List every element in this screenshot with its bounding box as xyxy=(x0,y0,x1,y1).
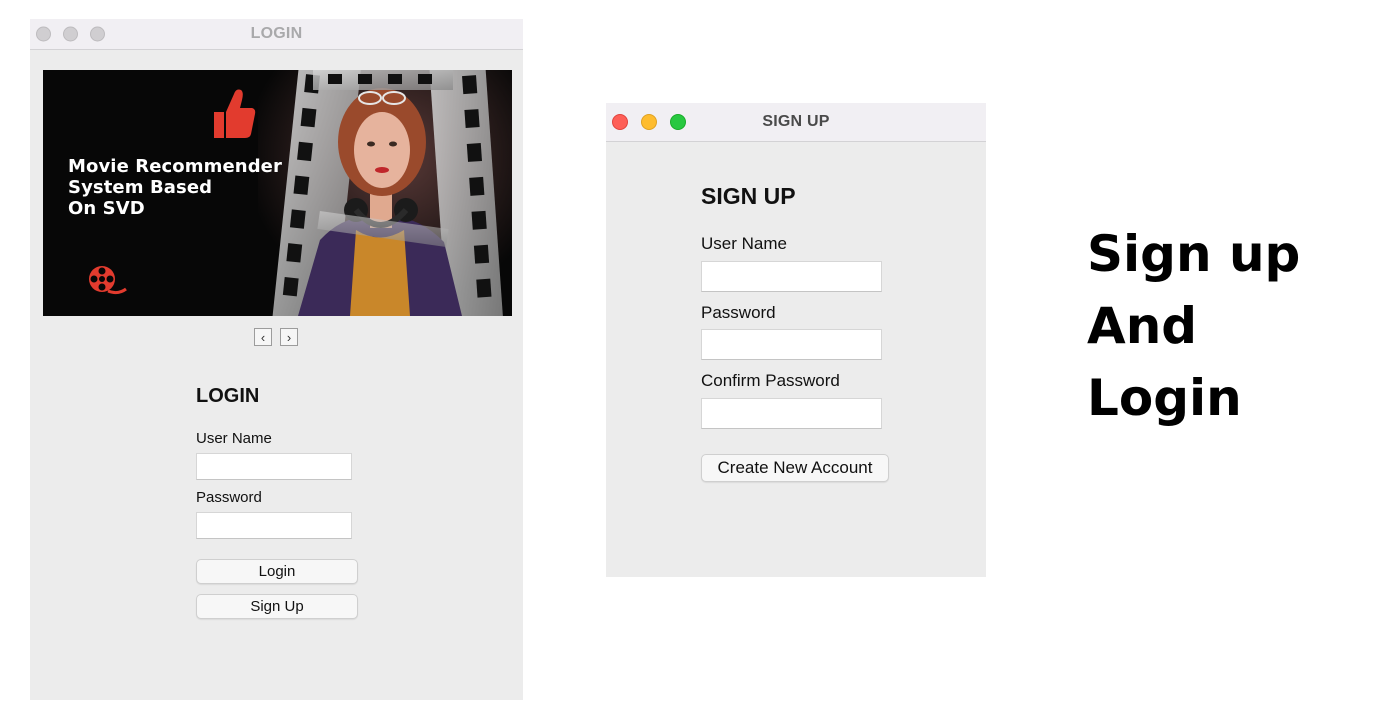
password-label: Password xyxy=(196,489,262,506)
chevron-right-icon[interactable]: › xyxy=(280,328,298,346)
thumbs-up-icon xyxy=(214,89,256,138)
login-titlebar[interactable]: LOGIN xyxy=(30,19,523,50)
banner-navigation: ‹ › xyxy=(254,328,298,346)
username-label: User Name xyxy=(701,234,787,253)
window-controls xyxy=(36,26,105,42)
film-strip-illustration xyxy=(258,70,512,316)
confirm-password-label: Confirm Password xyxy=(701,371,840,390)
password-input[interactable] xyxy=(701,329,882,360)
close-button[interactable] xyxy=(36,26,51,42)
password-input[interactable] xyxy=(196,512,352,539)
minimize-button[interactable] xyxy=(641,114,657,130)
create-account-button[interactable]: Create New Account xyxy=(701,454,889,482)
window-title: SIGN UP xyxy=(762,113,830,130)
signup-heading: SIGN UP xyxy=(701,183,796,209)
login-window: LOGIN Movie Recommender System Based On … xyxy=(30,19,523,700)
chevron-left-icon[interactable]: ‹ xyxy=(254,328,272,346)
window-controls xyxy=(612,114,686,130)
login-heading: LOGIN xyxy=(196,385,260,407)
close-button[interactable] xyxy=(612,114,628,130)
banner-caption: Movie Recommender System Based On SVD xyxy=(68,156,282,219)
banner-image: Movie Recommender System Based On SVD xyxy=(43,70,512,316)
caption-line: Sign up xyxy=(1087,225,1301,283)
confirm-password-input[interactable] xyxy=(701,398,882,429)
slide-caption: Sign up And Login xyxy=(1087,218,1300,434)
caption-line: Login xyxy=(1087,369,1242,427)
password-label: Password xyxy=(701,303,776,322)
banner-line: On SVD xyxy=(68,198,145,219)
maximize-button[interactable] xyxy=(670,114,686,130)
login-button[interactable]: Login xyxy=(196,559,358,584)
username-input[interactable] xyxy=(701,261,882,292)
caption-line: And xyxy=(1087,297,1198,355)
window-title: LOGIN xyxy=(250,25,303,42)
banner-line: System Based xyxy=(68,177,213,198)
username-input[interactable] xyxy=(196,453,352,480)
username-label: User Name xyxy=(196,430,272,447)
signup-titlebar[interactable]: SIGN UP xyxy=(606,103,986,142)
film-reel-icon xyxy=(89,266,127,295)
maximize-button[interactable] xyxy=(90,26,105,42)
banner-line: Movie Recommender xyxy=(68,156,282,177)
signup-button[interactable]: Sign Up xyxy=(196,594,358,619)
minimize-button[interactable] xyxy=(63,26,78,42)
signup-window: SIGN UP SIGN UP User Name Password Confi… xyxy=(606,103,986,577)
